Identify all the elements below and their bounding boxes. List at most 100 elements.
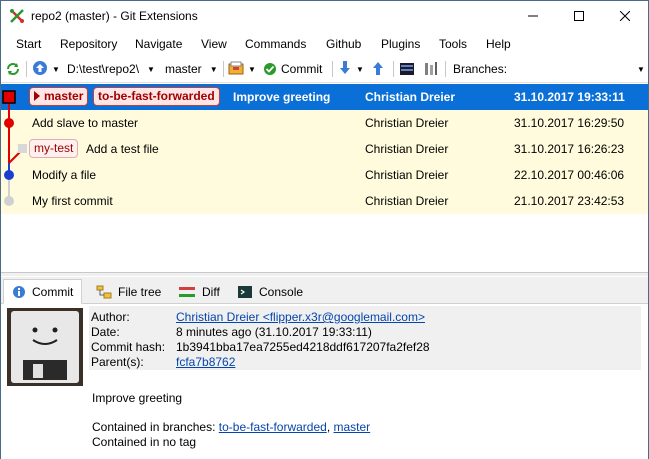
branches-label: Branches: (453, 62, 508, 76)
tab-label: File tree (118, 284, 162, 299)
current-branch-arrow-icon (34, 91, 40, 101)
revision-row[interactable]: My first commit Christian Dreier 21.10.2… (1, 188, 648, 214)
repository-path: D:\test\repo2\ (67, 62, 140, 76)
arrow-up-circle-icon (32, 60, 48, 79)
commit-author: Christian Dreier (365, 194, 449, 208)
contained-tag-line: Contained in no tag (92, 435, 197, 449)
graph-node (18, 144, 27, 153)
arrow-up-icon (371, 60, 385, 79)
title-bar[interactable]: repo2 (master) - Git Extensions (1, 1, 648, 31)
author-avatar (7, 308, 83, 386)
diff-icon (178, 285, 196, 299)
commit-message: Add slave to master (32, 116, 139, 130)
toolbar-separator (393, 61, 394, 77)
tab-label: Commit (32, 284, 74, 299)
revision-row[interactable]: my-test Add a test file Christian Dreier… (1, 136, 648, 162)
commit-body-message: Improve greeting (92, 391, 183, 405)
commit-header-box: Author: Christian Dreier <flipper.x3r@go… (89, 306, 641, 370)
graph-node (4, 170, 14, 180)
tab-console[interactable]: Console (228, 279, 312, 304)
commit-author: Christian Dreier (365, 90, 456, 104)
commit-author: Christian Dreier (365, 116, 449, 130)
repository-path-dropdown[interactable]: D:\test\repo2\ ▼ (67, 60, 155, 78)
stash-button[interactable]: ▼ (228, 60, 256, 78)
refresh-icon[interactable] (5, 60, 21, 78)
commit-author: Christian Dreier (365, 142, 449, 156)
commit-label: Commit (281, 62, 323, 76)
git-extensions-window: repo2 (master) - Git Extensions Start Re… (0, 0, 649, 459)
commit-message: Improve greeting (233, 90, 331, 104)
menu-tools[interactable]: Tools (439, 37, 467, 51)
tab-diff[interactable]: Diff (169, 279, 229, 304)
branch-link-master[interactable]: master (334, 420, 371, 434)
toolbar-overflow-icon[interactable]: ▼ (637, 60, 645, 78)
graph-node (4, 118, 14, 128)
tab-file-tree[interactable]: File tree (87, 279, 170, 304)
contained-branches-label: Contained in branches: (92, 420, 216, 434)
menu-repository[interactable]: Repository (60, 37, 117, 51)
menu-navigate[interactable]: Navigate (135, 37, 182, 51)
commit-message: Add a test file (86, 142, 159, 156)
date-label: Date: (91, 325, 120, 339)
commit-message: My first commit (32, 194, 113, 208)
chevron-down-icon: ▼ (356, 64, 364, 74)
revision-row[interactable]: Modify a file Christian Dreier 22.10.201… (1, 162, 648, 188)
revision-row[interactable]: Add slave to master Christian Dreier 31.… (1, 110, 648, 136)
toolbar: ▼ D:\test\repo2\ ▼ master ▼ ▼ Commit ▼ B… (1, 57, 648, 81)
commit-date: 31.10.2017 19:33:11 (514, 90, 625, 104)
menu-commands[interactable]: Commands (245, 37, 306, 51)
author-link[interactable]: Christian Dreier <flipper.x3r@googlemail… (176, 310, 425, 324)
commit-button[interactable]: Commit (263, 60, 322, 78)
minimize-button[interactable] (510, 1, 556, 31)
arrow-down-icon (338, 60, 352, 79)
navigate-back-button[interactable]: ▼ (32, 60, 60, 78)
toolbar-separator (223, 61, 224, 77)
pull-button[interactable]: ▼ (338, 60, 364, 78)
commit-date: 22.10.2017 00:46:06 (514, 168, 625, 182)
chevron-down-icon: ▼ (52, 64, 60, 74)
commit-date: 21.10.2017 23:42:53 (514, 194, 625, 208)
window-title: repo2 (master) - Git Extensions (31, 9, 198, 23)
commit-graph (2, 90, 27, 206)
toolbar-separator (445, 61, 446, 77)
git-extensions-logo-icon (9, 8, 25, 24)
parent-link[interactable]: fcfa7b8762 (176, 355, 235, 369)
menu-github[interactable]: Github (326, 37, 361, 51)
toolbar-separator (26, 61, 27, 77)
menu-help[interactable]: Help (486, 37, 511, 51)
graph-node (4, 196, 14, 206)
chevron-down-icon: ▼ (248, 64, 256, 74)
current-branch: master (165, 62, 202, 76)
stash-icon (228, 60, 244, 79)
branch-link-to-be-fast-forwarded[interactable]: to-be-fast-forwarded (219, 420, 327, 434)
menu-plugins[interactable]: Plugins (381, 37, 420, 51)
push-button[interactable] (371, 60, 385, 78)
tab-commit[interactable]: Commit (3, 279, 83, 304)
contained-branches-line: Contained in branches: to-be-fast-forwar… (92, 420, 370, 434)
chevron-down-icon: ▼ (147, 64, 155, 74)
ref-label: master (44, 89, 84, 103)
panel-splitter[interactable] (1, 272, 648, 276)
revision-grid[interactable]: master to-be-fast-forwarded Improve gree… (1, 82, 648, 272)
branch-ref-master[interactable]: master (29, 87, 89, 106)
branch-ref-my-test[interactable]: my-test (29, 139, 79, 158)
file-tree-icon (96, 285, 112, 299)
revision-row[interactable]: master to-be-fast-forwarded Improve gree… (1, 84, 648, 110)
date-value: 8 minutes ago (31.10.2017 19:33:11) (176, 325, 372, 339)
branch-ref-to-be-fast-forwarded[interactable]: to-be-fast-forwarded (93, 87, 220, 106)
close-button[interactable] (602, 1, 648, 31)
git-bash-icon[interactable] (399, 60, 415, 78)
branch-dropdown[interactable]: master ▼ (165, 60, 218, 78)
author-label: Author: (91, 310, 130, 324)
maximize-button[interactable] (556, 1, 602, 31)
commit-author: Christian Dreier (365, 168, 449, 182)
settings-icon[interactable] (423, 60, 439, 78)
commit-message: Modify a file (32, 168, 97, 182)
commit-date: 31.10.2017 16:29:50 (514, 116, 625, 130)
menu-bar: Start Repository Navigate View Commands … (1, 33, 648, 55)
console-icon (237, 285, 253, 299)
menu-view[interactable]: View (201, 37, 227, 51)
commit-info-panel: Author: Christian Dreier <flipper.x3r@go… (1, 304, 648, 459)
menu-start[interactable]: Start (16, 37, 41, 51)
detail-tabs: Commit File tree Diff Console (1, 277, 648, 304)
